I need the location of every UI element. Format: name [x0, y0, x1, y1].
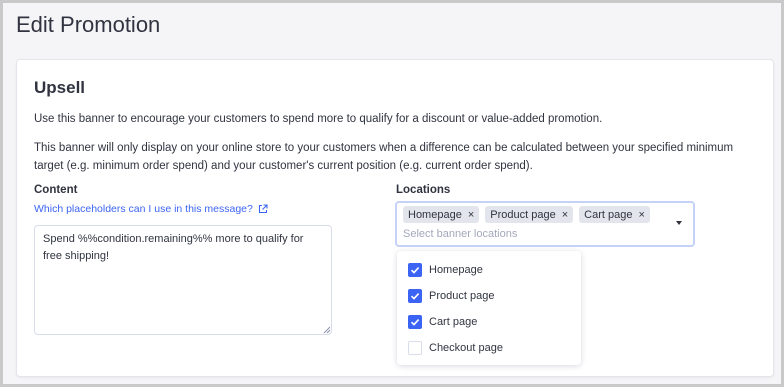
description-intro: Use this banner to encourage your custom… — [34, 113, 603, 125]
help-link-text: Which placeholders can I use in this mes… — [34, 203, 253, 215]
upsell-card: Upsell Use this banner to encourage your… — [16, 59, 774, 377]
option-label: Homepage — [429, 264, 483, 276]
locations-dropdown: Homepage Product page Cart page Checkout… — [397, 251, 581, 365]
remove-tag-product-page-icon[interactable]: × — [562, 209, 568, 221]
checkbox-homepage[interactable] — [408, 263, 422, 277]
option-product-page[interactable]: Product page — [408, 288, 494, 304]
tag-label: Product page — [490, 208, 556, 221]
page-title: Edit Promotion — [16, 12, 161, 37]
checkbox-cart-page[interactable] — [408, 315, 422, 329]
tag-label: Cart page — [584, 208, 633, 221]
chevron-down-icon[interactable] — [676, 221, 682, 225]
selected-tags: Homepage × Product page × Cart page × — [403, 206, 650, 223]
card-title: Upsell — [34, 78, 86, 97]
option-label: Product page — [429, 290, 495, 302]
tag-product-page: Product page × — [485, 206, 574, 223]
option-label: Checkout page — [429, 342, 503, 354]
remove-tag-cart-page-icon[interactable]: × — [638, 209, 644, 221]
option-label: Cart page — [429, 316, 478, 328]
description-condition: This banner will only display on your on… — [34, 142, 734, 172]
option-homepage[interactable]: Homepage — [408, 262, 483, 278]
locations-multiselect[interactable]: Homepage × Product page × Cart page × — [395, 201, 695, 247]
window-frame: Edit Promotion Upsell Use this banner to… — [0, 0, 784, 387]
external-link-icon — [258, 204, 268, 214]
checkmark-icon — [410, 267, 420, 274]
content-label: Content — [34, 184, 78, 196]
checkbox-checkout-page[interactable] — [408, 341, 422, 355]
option-cart-page[interactable]: Cart page — [408, 314, 477, 330]
tag-cart-page: Cart page × — [579, 206, 650, 223]
locations-search-input[interactable] — [403, 228, 653, 240]
checkbox-product-page[interactable] — [408, 289, 422, 303]
locations-label: Locations — [396, 184, 451, 196]
option-checkout-page[interactable]: Checkout page — [408, 340, 503, 356]
tag-homepage: Homepage × — [403, 206, 480, 223]
remove-tag-homepage-icon[interactable]: × — [468, 209, 474, 221]
placeholders-help-link[interactable]: Which placeholders can I use in this mes… — [34, 203, 268, 215]
checkmark-icon — [410, 293, 420, 300]
tag-label: Homepage — [408, 208, 462, 221]
checkmark-icon — [410, 319, 420, 326]
banner-message-textarea[interactable] — [34, 225, 332, 335]
resize-grip-icon[interactable] — [323, 326, 331, 334]
